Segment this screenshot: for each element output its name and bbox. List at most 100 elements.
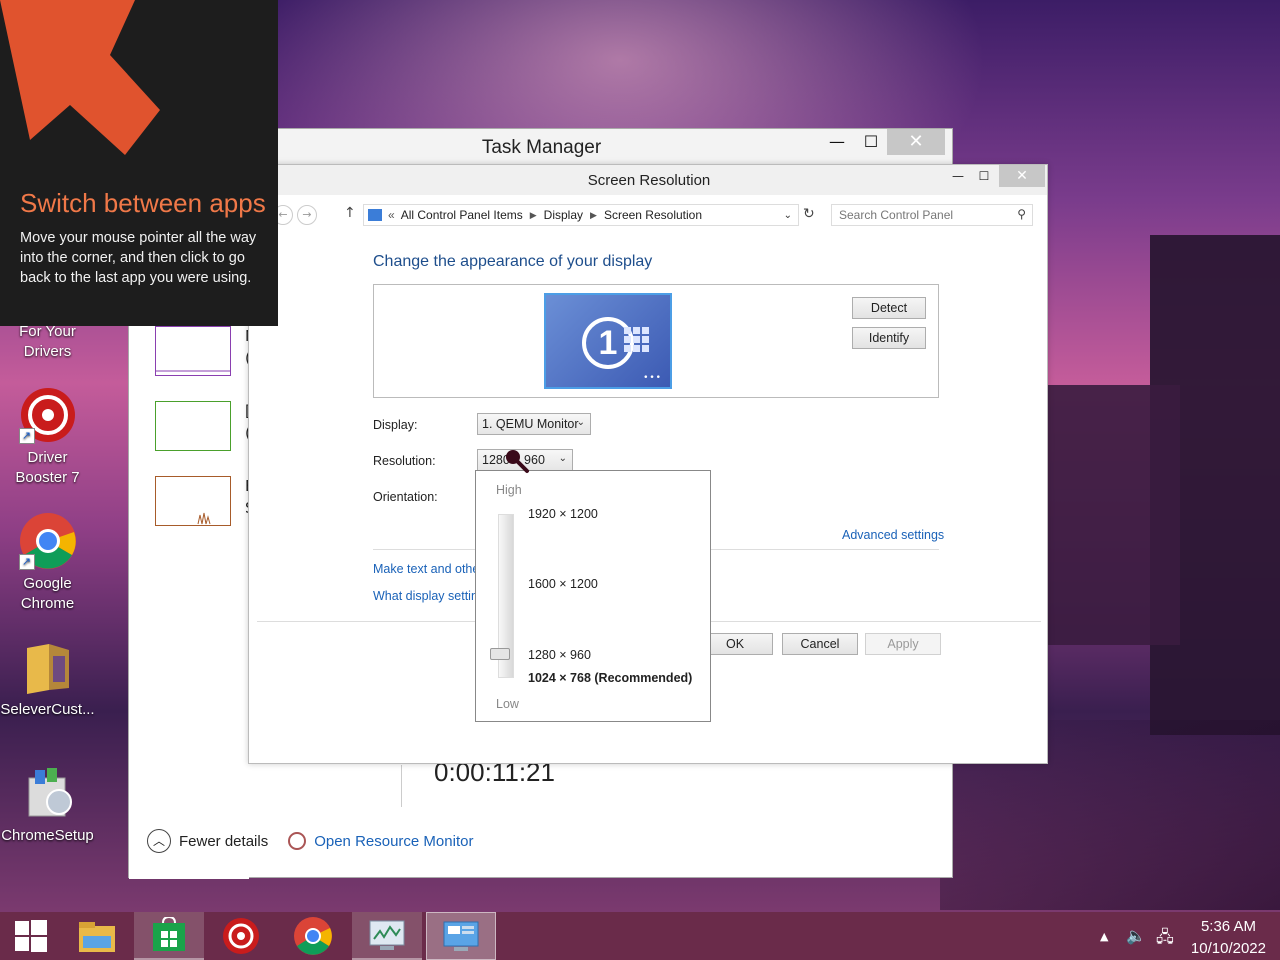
- resolution-option[interactable]: 1600 × 1200: [528, 577, 598, 591]
- desktop-icon-label: Chrome: [20, 595, 75, 612]
- taskbar-control-panel[interactable]: [426, 912, 496, 960]
- monitor-1[interactable]: 1 •••: [544, 293, 672, 389]
- control-panel-icon: [443, 921, 479, 951]
- forward-arrow-icon[interactable]: →: [297, 205, 317, 225]
- resolution-dropdown: High 1920 × 1200 1600 × 1200 1280 × 960 …: [475, 470, 711, 722]
- divider: [401, 765, 402, 807]
- monitor-arrangement-panel: 1 ••• Detect Identify: [373, 284, 939, 398]
- maximize-button[interactable]: ☐: [969, 165, 999, 187]
- resolution-option[interactable]: 1280 × 960: [528, 648, 591, 662]
- low-label: Low: [496, 697, 519, 711]
- breadcrumb-chevron-icon: ▶: [590, 209, 597, 220]
- chrome-icon: ↗: [18, 512, 77, 570]
- clock-date: 10/10/2022: [1190, 940, 1266, 957]
- desktop-icon-google-chrome[interactable]: ↗ Google Chrome: [0, 512, 95, 614]
- mouse-cursor: [503, 447, 531, 478]
- store-icon: [153, 917, 185, 951]
- wallpaper-building: [1040, 385, 1180, 645]
- file-explorer-icon: [79, 922, 115, 952]
- start-icon: [15, 920, 47, 952]
- breadcrumb-overflow[interactable]: «: [388, 208, 395, 222]
- chevron-down-icon[interactable]: ⌄: [784, 210, 792, 221]
- taskbar-chrome[interactable]: [278, 912, 348, 960]
- make-text-larger-link[interactable]: Make text and othe: [373, 562, 479, 576]
- monitor-dots: •••: [643, 373, 662, 383]
- close-button[interactable]: ✕: [999, 165, 1045, 187]
- desktop-icon-drivers[interactable]: For Your Drivers: [0, 322, 95, 362]
- resource-monitor-icon: [288, 832, 307, 850]
- apply-button[interactable]: Apply: [865, 633, 941, 655]
- resolution-label: Resolution:: [373, 454, 436, 468]
- folder-icon: [19, 638, 77, 696]
- switch-apps-hint: Switch between apps Move your mouse poin…: [0, 0, 278, 326]
- page-title: Change the appearance of your display: [373, 253, 653, 270]
- refresh-icon[interactable]: ↻: [803, 206, 815, 222]
- volume-muted-icon[interactable]: 🔈: [1126, 926, 1146, 945]
- advanced-settings-link[interactable]: Advanced settings: [842, 528, 944, 542]
- minimize-button[interactable]: —: [823, 129, 851, 155]
- search-input[interactable]: Search Control Panel ⚲: [831, 204, 1033, 226]
- monitor-grid-icon: [624, 327, 649, 352]
- display-label: Display:: [373, 418, 418, 432]
- screen-resolution-titlebar[interactable]: Screen Resolution — ☐ ✕: [249, 165, 1047, 195]
- breadcrumb-item[interactable]: Display: [544, 208, 583, 222]
- memory-graph[interactable]: [155, 326, 231, 376]
- chevron-down-icon: ⌄: [576, 417, 585, 428]
- breadcrumb-item[interactable]: All Control Panel Items: [401, 208, 523, 222]
- display-settings-help-link[interactable]: What display settin: [373, 589, 478, 603]
- clock[interactable]: 5:36 AM 10/10/2022: [1191, 916, 1266, 960]
- breadcrumb-chevron-icon: ▶: [529, 209, 537, 220]
- maximize-button[interactable]: ☐: [857, 129, 885, 155]
- shortcut-arrow-icon: ↗: [18, 554, 35, 570]
- address-bar[interactable]: « All Control Panel Items ▶ Display ▶ Sc…: [363, 204, 799, 226]
- corner-arrow-icon: [0, 0, 160, 155]
- desktop-icon-selevercust[interactable]: SeleverCust...: [0, 638, 95, 720]
- close-button[interactable]: ✕: [887, 129, 945, 155]
- desktop-icon-label: Booster 7: [15, 469, 80, 486]
- hint-body: Move your mouse pointer all the way into…: [20, 230, 257, 286]
- ethernet-graph[interactable]: [155, 476, 231, 526]
- taskbar-file-explorer[interactable]: [62, 912, 132, 960]
- desktop-icon-label: Drivers: [23, 343, 72, 360]
- resolution-slider-thumb[interactable]: [490, 648, 510, 660]
- desktop-icon-label: Driver: [27, 449, 68, 466]
- resolution-option-recommended[interactable]: 1024 × 768 (Recommended): [528, 671, 692, 685]
- driver-booster-icon: [223, 918, 259, 954]
- desktop-icon-chromesetup[interactable]: ChromeSetup: [0, 764, 95, 846]
- desktop-icon-label: SeleverCust...: [0, 701, 95, 718]
- start-button[interactable]: [0, 912, 62, 960]
- clock-time: 5:36 AM: [1200, 918, 1256, 935]
- chevron-down-icon: ⌄: [558, 453, 567, 464]
- open-resource-monitor-link[interactable]: Open Resource Monitor: [314, 833, 473, 850]
- identify-button[interactable]: Identify: [852, 327, 926, 349]
- address-bar-row: ← → ↑ « All Control Panel Items ▶ Displa…: [249, 199, 1049, 229]
- installer-icon: [19, 764, 77, 822]
- disk-graph[interactable]: [155, 401, 231, 451]
- search-icon[interactable]: ⚲: [1017, 207, 1026, 221]
- control-panel-icon: [368, 209, 382, 221]
- display-select[interactable]: 1. QEMU Monitor ⌄: [477, 413, 591, 435]
- taskbar: ▲ 🔈 🖧 5:36 AM 10/10/2022: [0, 912, 1280, 960]
- resolution-option[interactable]: 1920 × 1200: [528, 507, 598, 521]
- network-icon[interactable]: 🖧: [1156, 926, 1174, 953]
- desktop-icon-label: ChromeSetup: [1, 827, 94, 844]
- chevron-up-icon[interactable]: ︿: [147, 829, 171, 853]
- hint-title: Switch between apps: [20, 188, 266, 218]
- high-label: High: [496, 483, 522, 497]
- show-hidden-icons[interactable]: ▲: [1100, 930, 1108, 943]
- orientation-label: Orientation:: [373, 490, 438, 504]
- window-title: Screen Resolution: [587, 172, 711, 189]
- search-placeholder: Search Control Panel: [839, 208, 954, 222]
- task-manager-footer: ︿ Fewer details Open Resource Monitor: [147, 826, 473, 856]
- taskbar-task-manager[interactable]: [352, 912, 422, 960]
- desktop-icon-driver-booster[interactable]: ↗ Driver Booster 7: [0, 386, 95, 488]
- taskbar-driver-booster[interactable]: [206, 912, 276, 960]
- taskbar-store[interactable]: [134, 912, 204, 960]
- cancel-button[interactable]: Cancel: [782, 633, 858, 655]
- chrome-icon: [294, 917, 332, 955]
- breadcrumb-item[interactable]: Screen Resolution: [604, 208, 702, 222]
- up-arrow-icon[interactable]: ↑: [344, 205, 356, 221]
- driver-booster-icon: ↗: [18, 386, 77, 444]
- fewer-details-link[interactable]: Fewer details: [179, 833, 268, 850]
- detect-button[interactable]: Detect: [852, 297, 926, 319]
